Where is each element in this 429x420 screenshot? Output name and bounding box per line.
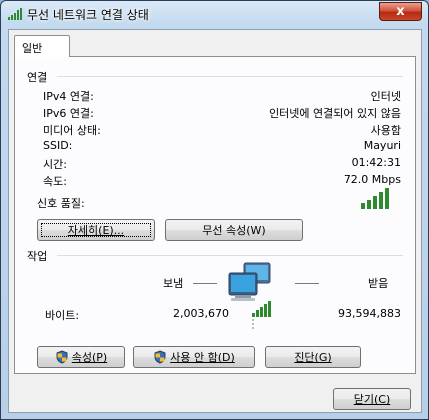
received-label: 받음	[368, 277, 389, 290]
wireless-properties-label: 무선 속성(W)	[202, 224, 266, 237]
ssid-value: Mayuri	[363, 139, 401, 152]
close-window-button[interactable]: x	[379, 2, 422, 21]
signal-bar-5	[385, 188, 389, 209]
speed-label: 속도:	[43, 175, 67, 188]
diagnose-button-label: 진단(G)	[294, 351, 332, 364]
duration-value: 01:42:31	[351, 156, 401, 169]
media-state-label: 미디어 상태:	[43, 124, 101, 137]
sent-line	[193, 283, 217, 284]
connection-heading: 연결	[27, 71, 48, 84]
close-button[interactable]: 닫기(C)	[333, 388, 411, 410]
properties-button-label: 속성(P)	[71, 351, 108, 364]
close-button-label: 닫기(C)	[353, 393, 391, 406]
signal-bar-3	[373, 196, 377, 209]
ipv4-label: IPv4 연결:	[43, 90, 94, 103]
uac-shield-icon	[154, 350, 166, 364]
disable-button-label: 사용 안 함(D)	[170, 351, 235, 364]
signal-bar-4	[379, 192, 383, 209]
ipv6-value: 인터넷에 연결되어 있지 않음	[269, 107, 401, 120]
activity-divider	[57, 255, 403, 256]
wireless-properties-button[interactable]: 무선 속성(W)	[165, 219, 303, 241]
activity-heading: 작업	[27, 250, 48, 263]
window-title: 무선 네트워크 연결 상태	[27, 8, 149, 22]
close-icon: x	[396, 4, 405, 19]
ipv6-label: IPv6 연결:	[43, 107, 94, 120]
disable-button[interactable]: 사용 안 함(D)	[133, 346, 255, 368]
bytes-label: 바이트:	[45, 309, 80, 322]
media-state-value: 사용함	[370, 124, 401, 137]
speed-value: 72.0 Mbps	[343, 173, 401, 186]
status-window: 무선 네트워크 연결 상태 x 일반 연결 IPv4 연결: 인터넷 IPv6 …	[0, 0, 429, 420]
ipv4-value: 인터넷	[370, 90, 401, 103]
bytes-received-value: 93,594,883	[338, 307, 401, 320]
details-button[interactable]: 자세히(E)...	[37, 219, 155, 241]
signal-quality-label: 신호 품질:	[37, 197, 85, 210]
diagnose-button[interactable]: 진단(G)	[265, 346, 361, 368]
network-signal-icon	[8, 8, 22, 20]
received-line	[295, 283, 319, 284]
bytes-sent-value: 2,003,670	[173, 307, 229, 320]
tab-general[interactable]: 일반	[14, 35, 70, 57]
tab-panel-general: 연결 IPv4 연결: 인터넷 IPv6 연결: 인터넷에 연결되어 있지 않음…	[14, 56, 416, 374]
signal-strength-icon	[361, 188, 389, 209]
uac-shield-icon	[56, 350, 68, 364]
connection-divider	[57, 76, 403, 77]
ssid-label: SSID:	[43, 139, 73, 152]
focus-rect	[41, 223, 151, 237]
duration-label: 시간:	[43, 158, 67, 171]
signal-bar-1	[361, 203, 365, 209]
sent-label: 보냄	[163, 277, 184, 290]
properties-button[interactable]: 속성(P)	[37, 346, 125, 368]
network-computers-icon	[228, 262, 271, 329]
title-bar[interactable]: 무선 네트워크 연결 상태 x	[1, 1, 428, 27]
dialog-client: 일반 연결 IPv4 연결: 인터넷 IPv6 연결: 인터넷에 연결되어 있지…	[8, 29, 422, 413]
signal-bar-2	[367, 200, 371, 209]
